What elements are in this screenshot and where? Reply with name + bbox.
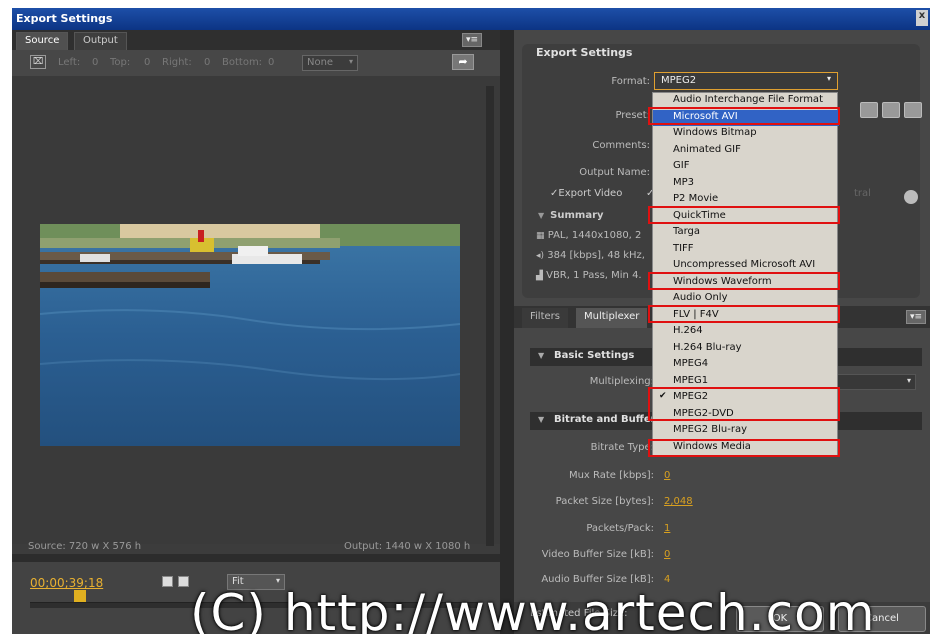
title-bar: Export Settings x <box>12 8 930 30</box>
format-option-tiff[interactable]: TIFF <box>653 242 839 258</box>
crop-toolbar: ⌧ Left: 0 Top: 0 Right: 0 Bottom: 0 None… <box>12 50 500 76</box>
source-panel: Source Output ▾≡ ⌧ Left: 0 Top: 0 Right:… <box>12 30 500 634</box>
harbor-preview-image <box>40 224 460 446</box>
callout-flv-f4v <box>648 305 840 323</box>
format-label: Format: <box>611 76 650 87</box>
playhead-handle[interactable] <box>74 590 86 602</box>
panel-menu-icon[interactable]: ▾≡ <box>462 33 482 47</box>
format-option-windows-bitmap[interactable]: Windows Bitmap <box>653 126 839 142</box>
crop-icon[interactable]: ⌧ <box>30 55 46 69</box>
summary-bitrate-line: ▟ VBR, 1 Pass, Min 4. <box>536 270 642 281</box>
format-option-animated-gif[interactable]: Animated GIF <box>653 143 839 159</box>
crop-aspect-select[interactable]: None ▾ <box>302 55 358 71</box>
crop-left-label: Left: <box>58 57 81 68</box>
crop-left-value[interactable]: 0 <box>92 57 98 68</box>
crop-right-label: Right: <box>162 57 192 68</box>
timecode-display[interactable]: 00;00;39;18 <box>30 576 103 590</box>
preset-label: Preset: <box>615 110 650 121</box>
import-preset-icon[interactable] <box>882 102 900 118</box>
summary-heading[interactable]: ▼ Summary <box>538 210 604 221</box>
export-video-label: Export Video <box>558 188 623 199</box>
preview-vertical-scrollbar[interactable] <box>486 86 494 546</box>
bitrate-buffering-title: Bitrate and Bufferi <box>554 414 660 425</box>
source-dimensions: Source: 720 w X 576 h <box>28 541 142 552</box>
crop-top-label: Top: <box>110 57 131 68</box>
settings-panel-menu-icon[interactable]: ▾≡ <box>906 310 926 324</box>
summary-title: Summary <box>550 210 604 221</box>
tab-output[interactable]: Output <box>74 32 127 50</box>
delete-preset-icon[interactable] <box>904 102 922 118</box>
callout-microsoft-avi <box>648 107 840 125</box>
source-tabstrip: Source Output ▾≡ <box>12 30 500 50</box>
collapse-triangle-icon: ▼ <box>538 415 545 424</box>
preview-horizontal-scrollbar[interactable] <box>12 554 500 562</box>
mux-rate-value[interactable]: 0 <box>664 470 670 481</box>
basic-settings-title: Basic Settings <box>554 350 635 361</box>
comments-label: Comments: <box>592 140 650 151</box>
watermark-text: (C) http://www.artech.com <box>190 584 876 634</box>
bitrate-icon: ▟ <box>536 271 543 281</box>
info-icon[interactable] <box>904 190 918 204</box>
callout-quicktime <box>648 206 840 224</box>
format-option-mpeg4[interactable]: MPEG4 <box>653 357 839 373</box>
callout-windows-media <box>648 439 840 457</box>
summary-audio-line: ◂) 384 [kbps], 48 kHz, <box>536 250 645 261</box>
packets-per-pack-value[interactable]: 1 <box>664 523 670 534</box>
speaker-icon: ◂) <box>536 251 545 261</box>
set-out-point-icon[interactable] <box>178 576 189 587</box>
format-select[interactable]: MPEG2 ▾ <box>654 72 838 90</box>
packet-size-label: Packet Size [bytes]: <box>555 496 654 507</box>
close-icon[interactable]: x <box>916 10 928 26</box>
output-dimensions: Output: 1440 w X 1080 h <box>344 541 471 552</box>
packets-per-pack-label: Packets/Pack: <box>586 523 654 534</box>
multiplexing-label: Multiplexing: <box>589 376 654 387</box>
crop-top-value[interactable]: 0 <box>144 57 150 68</box>
output-name-label: Output Name: <box>579 167 650 178</box>
format-option-targa[interactable]: Targa <box>653 225 839 241</box>
tral-label: tral <box>854 188 871 199</box>
callout-mpeg2-group <box>648 387 840 421</box>
format-option-gif[interactable]: GIF <box>653 159 839 175</box>
chevron-down-icon: ▾ <box>826 74 831 83</box>
tab-multiplexer[interactable]: Multiplexer <box>576 308 648 328</box>
format-option-h264[interactable]: H.264 <box>653 324 839 340</box>
crop-right-value[interactable]: 0 <box>204 57 210 68</box>
summary-bitrate-text: VBR, 1 Pass, Min 4. <box>546 270 642 281</box>
video-buffer-label: Video Buffer Size [kB]: <box>541 549 654 560</box>
chevron-down-icon: ▾ <box>348 57 353 66</box>
format-option-mpeg2-bluray[interactable]: MPEG2 Blu-ray <box>653 423 839 439</box>
chevron-down-icon: ▾ <box>906 376 911 385</box>
summary-video-line: ▦ PAL, 1440x1080, 2 <box>536 230 641 241</box>
format-option-h264-bluray[interactable]: H.264 Blu-ray <box>653 341 839 357</box>
window-title: Export Settings <box>16 12 113 25</box>
format-value: MPEG2 <box>661 75 697 86</box>
bitrate-type-label: Bitrate Type: <box>590 442 654 453</box>
mux-rate-label: Mux Rate [kbps]: <box>568 470 654 481</box>
film-icon: ▦ <box>536 231 545 241</box>
video-preview-frame <box>40 224 460 446</box>
crop-bottom-value[interactable]: 0 <box>268 57 274 68</box>
packet-size-value[interactable]: 2,048 <box>664 496 693 507</box>
export-video-checkbox[interactable]: ✓Export Video <box>550 188 622 199</box>
export-arrow-icon[interactable]: ➦ <box>452 54 474 70</box>
format-option-mp3[interactable]: MP3 <box>653 176 839 192</box>
crop-aspect-value: None <box>307 57 334 68</box>
save-preset-icon[interactable] <box>860 102 878 118</box>
tab-source[interactable]: Source <box>16 32 69 50</box>
summary-video-text: PAL, 1440x1080, 2 <box>547 230 642 241</box>
crop-bottom-label: Bottom: <box>222 57 263 68</box>
callout-windows-waveform <box>648 272 840 290</box>
collapse-triangle-icon: ▼ <box>538 351 545 360</box>
video-buffer-value[interactable]: 0 <box>664 549 670 560</box>
audio-buffer-label: Audio Buffer Size [kB]: <box>541 574 654 583</box>
preview-area <box>12 76 500 544</box>
tab-filters[interactable]: Filters <box>522 308 568 328</box>
set-in-point-icon[interactable] <box>162 576 173 587</box>
collapse-triangle-icon: ▼ <box>538 211 545 220</box>
summary-audio-text: 384 [kbps], 48 kHz, <box>547 250 645 261</box>
audio-buffer-value[interactable]: 4 <box>664 574 670 583</box>
export-settings-heading: Export Settings <box>536 46 633 59</box>
